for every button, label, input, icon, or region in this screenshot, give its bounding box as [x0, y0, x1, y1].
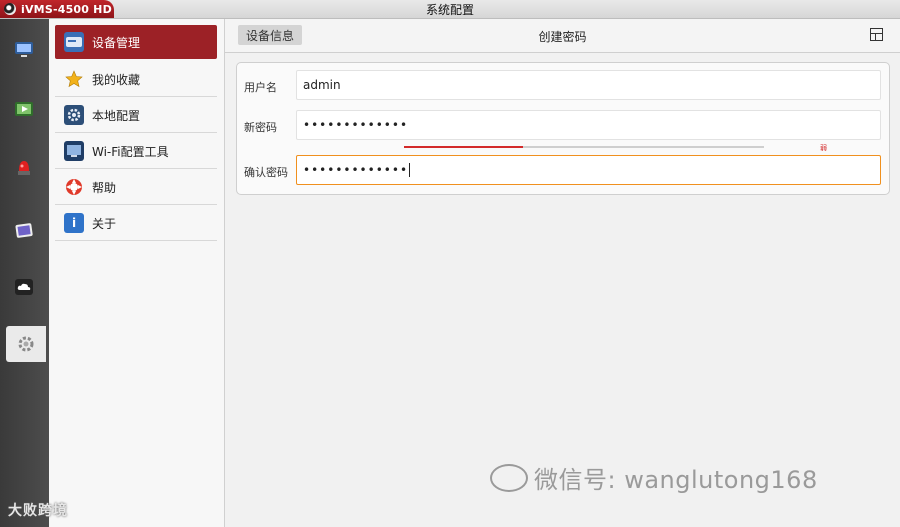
wechat-icon	[490, 463, 528, 492]
username-row: 用户名 admin	[237, 66, 889, 106]
window-title: 系统配置	[425, 3, 474, 17]
playback-icon	[15, 102, 33, 116]
rail-alarm[interactable]	[6, 149, 42, 185]
page-title: 创建密码	[538, 30, 587, 44]
help-icon	[64, 177, 84, 197]
rail-playback[interactable]	[6, 91, 42, 127]
nav-rail	[0, 19, 49, 527]
menu-label: 关于	[92, 216, 117, 231]
content-header: 设备信息 创建密码	[225, 19, 900, 53]
rail-picture[interactable]	[6, 212, 42, 248]
new-password-field[interactable]: •••••••••••••	[296, 110, 881, 140]
corner-watermark: 大败跨境	[8, 503, 68, 519]
confirm-password-label: 确认密码	[244, 166, 288, 179]
star-icon	[64, 69, 84, 89]
wechat-watermark: 微信号: wanglutong168	[490, 460, 818, 495]
title-bar: iVMS-4500 HD 系统配置	[0, 0, 900, 19]
username-value: admin	[303, 78, 341, 92]
settings-menu: 设备管理 我的收藏 本地配置 Wi-Fi配置工具 帮助 i 关于	[49, 19, 225, 527]
menu-label: 设备管理	[92, 35, 141, 50]
menu-label: 我的收藏	[92, 72, 141, 87]
text-caret	[409, 163, 411, 177]
password-strength-fill	[404, 146, 523, 148]
wifi-tool-icon	[64, 141, 84, 161]
watermark-text: 微信号: wanglutong168	[534, 466, 818, 494]
new-password-value: •••••••••••••	[303, 118, 409, 132]
password-strength-bar	[404, 146, 764, 148]
confirm-password-row: 确认密码 •••••••••••••	[237, 151, 889, 191]
settings-icon	[18, 336, 34, 352]
local-config-icon	[64, 105, 84, 125]
rail-live-view[interactable]	[6, 31, 42, 67]
content-area: 设备信息 创建密码 用户名 admin 新密码 ••••••••••••• 弱 …	[225, 19, 900, 527]
menu-item-favorites[interactable]: 我的收藏	[55, 62, 217, 97]
cloud-icon	[15, 279, 33, 295]
live-view-icon	[15, 42, 33, 57]
menu-item-local-config[interactable]: 本地配置	[55, 98, 217, 133]
menu-label: 帮助	[92, 180, 117, 195]
device-management-icon	[64, 32, 84, 52]
new-password-row: 新密码 •••••••••••••	[237, 106, 889, 146]
menu-item-help[interactable]: 帮助	[55, 170, 217, 205]
menu-label: 本地配置	[92, 108, 141, 123]
alarm-icon	[18, 161, 30, 175]
layout-icon[interactable]	[870, 28, 883, 41]
rail-settings[interactable]	[6, 326, 46, 362]
create-password-form: 用户名 admin 新密码 ••••••••••••• 弱 确认密码 •••••…	[236, 62, 890, 195]
menu-label: Wi-Fi配置工具	[92, 144, 169, 159]
confirm-password-value: •••••••••••••	[303, 163, 409, 177]
new-password-label: 新密码	[244, 121, 277, 134]
username-label: 用户名	[244, 81, 277, 94]
menu-item-device-management[interactable]: 设备管理	[55, 25, 217, 59]
menu-item-about[interactable]: i 关于	[55, 206, 217, 241]
rail-cloud[interactable]	[6, 269, 42, 305]
confirm-password-field[interactable]: •••••••••••••	[296, 155, 881, 185]
menu-item-wifi-tool[interactable]: Wi-Fi配置工具	[55, 134, 217, 169]
username-field[interactable]: admin	[296, 70, 881, 100]
info-icon: i	[64, 213, 84, 233]
picture-icon	[15, 223, 33, 238]
